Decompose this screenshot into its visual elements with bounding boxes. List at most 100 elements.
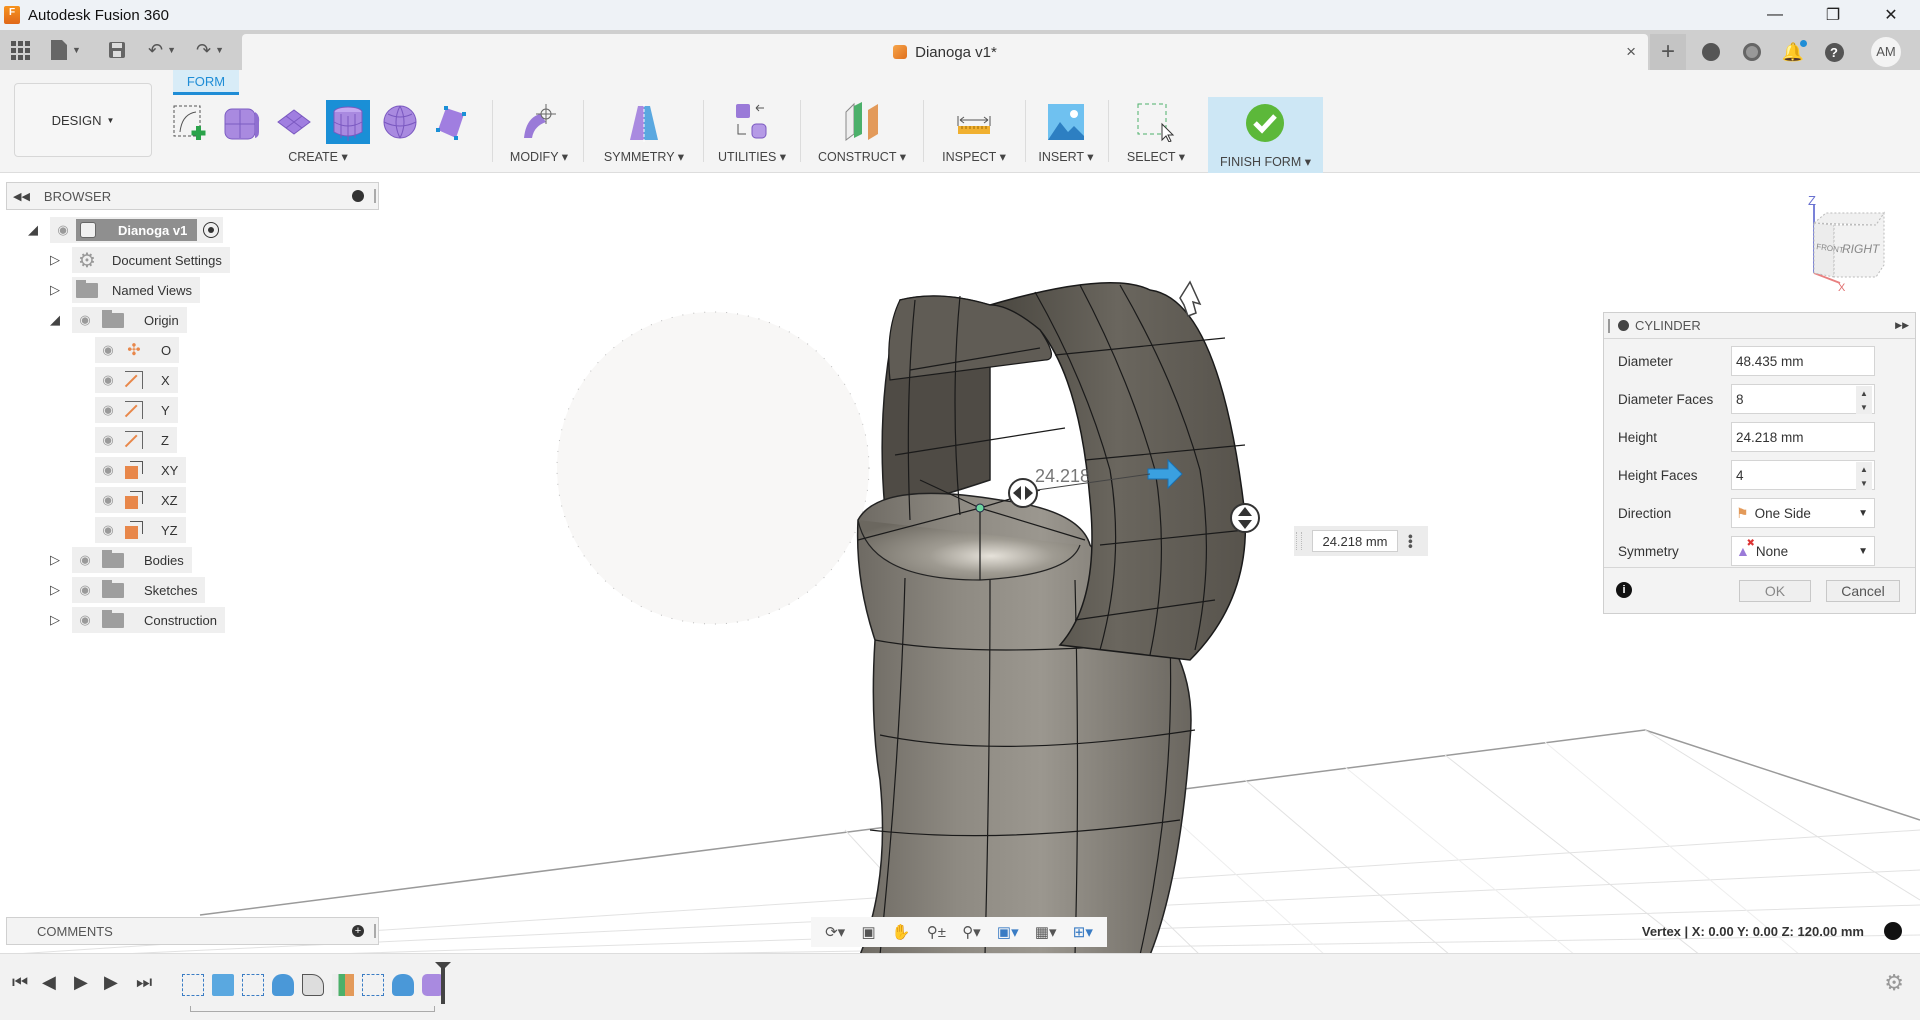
utilities-group[interactable]: UTILITIES ▾ xyxy=(708,98,796,168)
file-menu-button[interactable]: ▼ xyxy=(50,30,81,70)
expand-icon[interactable]: ▷ xyxy=(46,582,64,598)
extensions-button[interactable] xyxy=(1693,34,1729,70)
visibility-icon[interactable]: ◉ xyxy=(72,552,98,568)
height-input[interactable]: 24.218 mm xyxy=(1731,422,1875,452)
expand-icon[interactable]: ▷ xyxy=(46,612,64,628)
collapse-icon[interactable]: ◢ xyxy=(46,312,64,328)
viewports-icon[interactable]: ⊞▾ xyxy=(1073,923,1093,941)
timeline-plane[interactable] xyxy=(332,974,354,996)
timeline-extrude[interactable] xyxy=(212,974,234,996)
browser-item-x-axis[interactable]: ◉ X xyxy=(95,367,178,393)
expand-icon[interactable]: ▷ xyxy=(46,552,64,568)
tab-form[interactable]: FORM xyxy=(173,70,239,95)
insert-group[interactable]: INSERT ▾ xyxy=(1030,98,1102,168)
job-status-button[interactable] xyxy=(1734,34,1770,70)
go-to-start-button[interactable]: ⏮ xyxy=(12,972,28,993)
symmetry-select[interactable]: ▲ ✖ None ▼ xyxy=(1731,536,1875,566)
browser-resize-handle[interactable] xyxy=(374,189,376,203)
finish-form-menu[interactable]: FINISH FORM ▾ xyxy=(1208,154,1323,169)
face-tool[interactable] xyxy=(432,102,472,142)
expand-icon[interactable]: ▷ xyxy=(46,282,64,298)
plane-tool[interactable] xyxy=(274,102,314,142)
diameter-faces-input[interactable]: 8 ▲ ▼ xyxy=(1731,384,1875,414)
height-handle[interactable] xyxy=(1230,503,1260,533)
timeline-marker-head[interactable] xyxy=(435,962,451,970)
browser-item-construction[interactable]: ▷ ◉ Construction xyxy=(46,607,225,633)
utilities-tool[interactable] xyxy=(732,102,772,142)
ok-button[interactable]: OK xyxy=(1739,580,1811,602)
timeline-form-2[interactable] xyxy=(392,974,414,996)
modify-group[interactable]: MODIFY ▾ xyxy=(500,98,578,168)
visibility-icon[interactable]: ◉ xyxy=(95,522,121,538)
view-cube[interactable]: Z X FRONT RIGHT xyxy=(1800,193,1920,294)
timeline-fillet[interactable] xyxy=(302,974,324,996)
activate-radio-icon[interactable] xyxy=(203,222,220,238)
visibility-icon[interactable]: ◉ xyxy=(95,372,121,388)
modify-tool[interactable] xyxy=(518,102,558,142)
select-group[interactable]: SELECT ▾ xyxy=(1112,98,1200,168)
drag-handle[interactable] xyxy=(1296,532,1302,550)
select-menu[interactable]: SELECT ▾ xyxy=(1112,149,1200,164)
browser-item-y-axis[interactable]: ◉ Y xyxy=(95,397,178,423)
comments-resize-handle[interactable] xyxy=(374,924,376,938)
timeline-settings-icon[interactable]: ⚙ xyxy=(1884,970,1904,996)
grid-icon[interactable]: ▦▾ xyxy=(1035,923,1057,941)
add-comment-icon[interactable]: + xyxy=(352,925,364,937)
browser-item-yz-plane[interactable]: ◉ YZ xyxy=(95,517,186,543)
timeline-sketch-2[interactable] xyxy=(242,974,264,996)
restore-button[interactable]: ❐ xyxy=(1804,0,1862,30)
browser-item-xy-plane[interactable]: ◉ XY xyxy=(95,457,187,483)
construct-group[interactable]: CONSTRUCT ▾ xyxy=(806,98,918,168)
dimension-input[interactable]: 24.218 mm xyxy=(1312,530,1398,552)
minimize-button[interactable]: — xyxy=(1746,0,1804,30)
cancel-button[interactable]: Cancel xyxy=(1826,580,1900,602)
visibility-icon[interactable]: ◉ xyxy=(95,402,121,418)
insert-tool[interactable] xyxy=(1046,102,1086,142)
create-menu[interactable]: CREATE ▾ xyxy=(156,149,480,164)
modify-menu[interactable]: MODIFY ▾ xyxy=(500,149,578,164)
measure-status-icon[interactable] xyxy=(1884,922,1902,940)
browser-item-bodies[interactable]: ▷ ◉ Bodies xyxy=(46,547,192,573)
measure-tool[interactable] xyxy=(954,102,994,142)
browser-item-sketches[interactable]: ▷ ◉ Sketches xyxy=(46,577,206,603)
display-settings-icon[interactable]: ▣▾ xyxy=(997,923,1019,941)
height-faces-stepper[interactable]: ▲ ▼ xyxy=(1856,462,1872,490)
browser-item-dianoga[interactable]: ◢ ◉ Dianoga v1 xyxy=(24,217,224,243)
document-tab[interactable]: Dianoga v1* × xyxy=(242,34,1648,70)
inspect-group[interactable]: INSPECT ▾ xyxy=(928,98,1020,168)
user-avatar[interactable]: AM xyxy=(1868,34,1904,70)
browser-minimize-icon[interactable] xyxy=(352,190,364,202)
dialog-expand-icon[interactable]: ▶▶ xyxy=(1895,320,1909,331)
sphere-tool[interactable] xyxy=(380,102,420,142)
direction-select[interactable]: ⚑ One Side ▼ xyxy=(1731,498,1875,528)
diameter-input[interactable]: 48.435 mm xyxy=(1731,346,1875,376)
visibility-icon[interactable]: ◉ xyxy=(72,612,98,628)
workspace-switcher[interactable]: DESIGN ▼ xyxy=(14,83,152,157)
timeline-marker[interactable] xyxy=(441,964,445,1004)
step-forward-button[interactable]: ▶ xyxy=(104,972,118,993)
orbit-icon[interactable]: ⟳▾ xyxy=(825,923,845,941)
visibility-icon[interactable]: ◉ xyxy=(72,582,98,598)
insert-menu[interactable]: INSERT ▾ xyxy=(1030,149,1102,164)
browser-item-origin[interactable]: ◢ ◉ Origin xyxy=(46,307,187,333)
symmetry-menu[interactable]: SYMMETRY ▾ xyxy=(588,149,700,164)
data-panel-button[interactable] xyxy=(10,30,30,70)
look-at-icon[interactable]: ▣ xyxy=(861,923,875,941)
diameter-faces-stepper[interactable]: ▲ ▼ xyxy=(1856,386,1872,414)
redo-button[interactable]: ↷ ▼ xyxy=(196,30,224,70)
construct-menu[interactable]: CONSTRUCT ▾ xyxy=(806,149,918,164)
visibility-icon[interactable]: ◉ xyxy=(95,432,121,448)
collapse-icon[interactable]: ◢ xyxy=(24,222,42,238)
visibility-icon[interactable]: ◉ xyxy=(95,492,121,508)
save-button[interactable] xyxy=(108,30,126,70)
pan-icon[interactable]: ✋ xyxy=(892,923,911,941)
visibility-icon[interactable]: ◉ xyxy=(72,312,98,328)
play-button[interactable]: ▶ xyxy=(74,972,88,993)
visibility-icon[interactable]: ◉ xyxy=(95,462,121,478)
timeline-form-1[interactable] xyxy=(272,974,294,996)
vertex-point[interactable] xyxy=(975,503,985,513)
step-back-button[interactable]: ◀ xyxy=(42,972,56,993)
timeline-sketch-3[interactable] xyxy=(362,974,384,996)
construct-tool[interactable] xyxy=(842,102,882,142)
timeline-sketch-1[interactable] xyxy=(182,974,204,996)
